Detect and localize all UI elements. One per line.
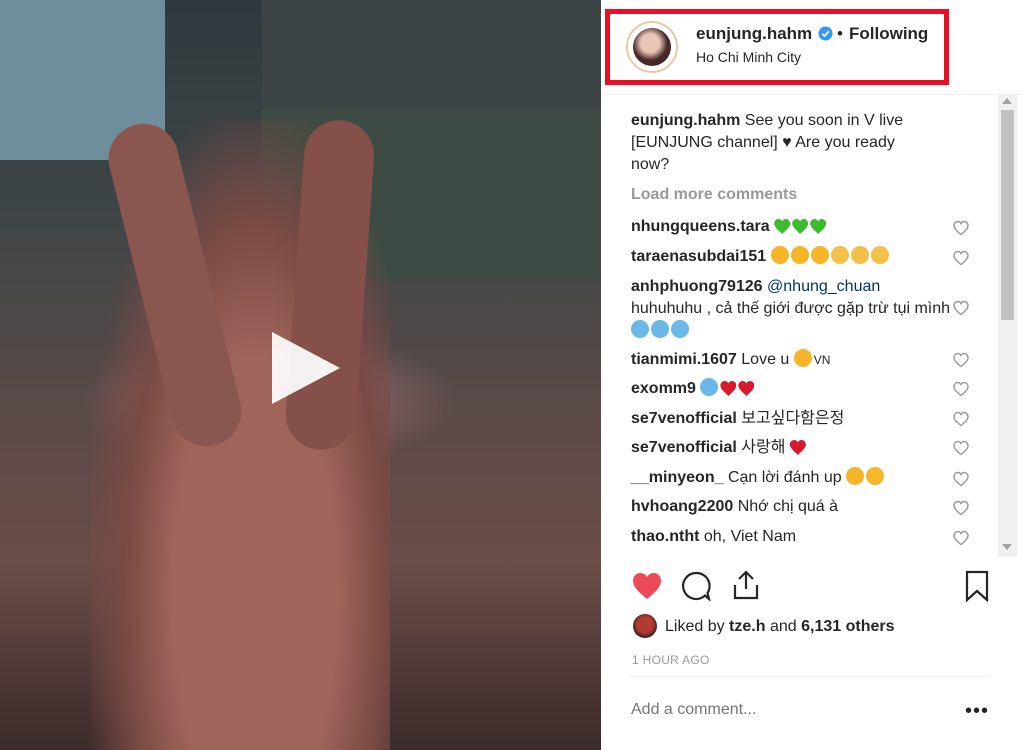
green-heart-emoji-icon [774, 219, 790, 234]
heart-eyes-emoji-icon [770, 246, 789, 264]
likes-count[interactable]: 6,131 others [801, 618, 894, 635]
divider [631, 676, 991, 677]
comment-row: exomm9 [631, 378, 951, 400]
comment-text: Love u [741, 351, 794, 368]
heart-eyes-emoji-icon [810, 246, 829, 264]
clap-emoji-icon [850, 246, 869, 264]
save-bookmark-icon[interactable] [964, 570, 990, 602]
comment-like-heart-icon[interactable] [953, 381, 969, 397]
comment-like-heart-icon[interactable] [953, 530, 969, 546]
clap-emoji-icon [830, 246, 849, 264]
comment-row: nhungqueens.tara [631, 216, 951, 238]
comment-row: se7venofficial 보고싶다함은정 [631, 408, 951, 430]
comment-mention[interactable]: @nhung_chuan [767, 278, 880, 295]
liked-by-prefix: Liked by [665, 618, 725, 635]
comment-row: __minyeon_ Cạn lời đánh up [631, 467, 951, 489]
comment-username[interactable]: se7venofficial [631, 439, 737, 456]
comment-username[interactable]: hvhoang2200 [631, 498, 733, 515]
laughing-emoji-icon [866, 467, 885, 485]
comment-row: anhphuong79126 @nhung_chuan huhuhuhu , c… [631, 276, 951, 342]
comment-like-heart-icon[interactable] [953, 471, 969, 487]
comment-like-heart-icon[interactable] [953, 411, 969, 427]
comment-row: se7venofficial 사랑해 [631, 437, 951, 459]
building [262, 0, 601, 110]
liked-by-and: and [769, 618, 797, 635]
heart-eyes-emoji-icon [790, 246, 809, 264]
comment-username[interactable]: se7venofficial [631, 410, 737, 427]
post-panel: eunjung.hahm • Following Ho Chi Minh Cit… [601, 0, 1023, 750]
red-heart-emoji-icon [720, 381, 736, 396]
heart-eyes-emoji-icon [846, 467, 865, 485]
comment-username[interactable]: nhungqueens.tara [631, 218, 770, 235]
comment-username[interactable]: __minyeon_ [631, 469, 723, 486]
comment-username[interactable]: tianmimi.1607 [631, 351, 737, 368]
comment-row: taraenasubdai151 [631, 246, 951, 268]
liker-avatar[interactable] [633, 614, 657, 638]
comment-username[interactable]: exomm9 [631, 380, 696, 397]
comment-text: Nhớ chị quá à [737, 498, 839, 515]
comment-text: oh, Viet Nam [703, 528, 797, 545]
comment-username[interactable]: thao.ntht [631, 528, 699, 545]
red-heart-emoji-icon [738, 381, 754, 396]
comment-like-heart-icon[interactable] [953, 500, 969, 516]
comment-suffix: VN [813, 353, 831, 367]
comment-username[interactable]: taraenasubdai151 [631, 248, 766, 265]
comment-text: 보고싶다함은정 [741, 410, 845, 427]
liker-username[interactable]: tze.h [729, 618, 765, 635]
scroll-down-icon[interactable] [1002, 544, 1012, 550]
scrollbar-thumb[interactable] [1001, 110, 1014, 320]
comment-like-heart-icon[interactable] [953, 220, 969, 236]
crying-emoji-icon [651, 320, 669, 338]
comment-like-heart-icon[interactable] [953, 300, 969, 316]
red-heart-emoji-icon [790, 440, 806, 455]
highlight-box [605, 9, 949, 85]
like-heart-icon[interactable] [631, 571, 663, 601]
comment-text: Cạn lời đánh up [727, 469, 847, 486]
caption-username[interactable]: eunjung.hahm [631, 112, 740, 129]
heart-eyes-emoji-icon [793, 349, 812, 367]
comment-like-heart-icon[interactable] [953, 352, 969, 368]
green-heart-emoji-icon [810, 219, 826, 234]
post-header: eunjung.hahm • Following Ho Chi Minh Cit… [601, 0, 1023, 95]
add-comment-input[interactable] [631, 701, 931, 719]
video-player[interactable] [0, 0, 601, 750]
play-icon[interactable] [264, 328, 344, 408]
load-more-comments-button[interactable]: Load more comments [631, 186, 797, 204]
comment-icon[interactable] [681, 571, 711, 601]
comment-row: tianmimi.1607 Love u VN [631, 349, 951, 371]
more-options-icon[interactable]: ••• [965, 700, 989, 723]
comment-like-heart-icon[interactable] [953, 250, 969, 266]
clap-emoji-icon [870, 246, 889, 264]
green-heart-emoji-icon [792, 219, 808, 234]
comment-like-heart-icon[interactable] [953, 440, 969, 456]
crying-emoji-icon [671, 320, 689, 338]
crying-emoji-icon [631, 320, 649, 338]
comment-text: 사랑해 [741, 439, 790, 456]
comment-text: huhuhuhu , cả thế giới được gặp trừ tụi … [631, 300, 951, 317]
crying-emoji-icon [700, 378, 719, 396]
comment-row: thao.ntht oh, Viet Nam [631, 526, 951, 548]
comment-row: hvhoang2200 Nhớ chị quá à [631, 496, 951, 518]
scroll-up-icon[interactable] [1002, 98, 1012, 104]
post-timestamp[interactable]: 1 HOUR AGO [632, 653, 710, 667]
caption: eunjung.hahm See you soon in V live [EUN… [631, 110, 931, 176]
share-icon[interactable] [731, 569, 761, 601]
comment-username[interactable]: anhphuong79126 [631, 278, 763, 295]
action-bar [601, 560, 1023, 610]
